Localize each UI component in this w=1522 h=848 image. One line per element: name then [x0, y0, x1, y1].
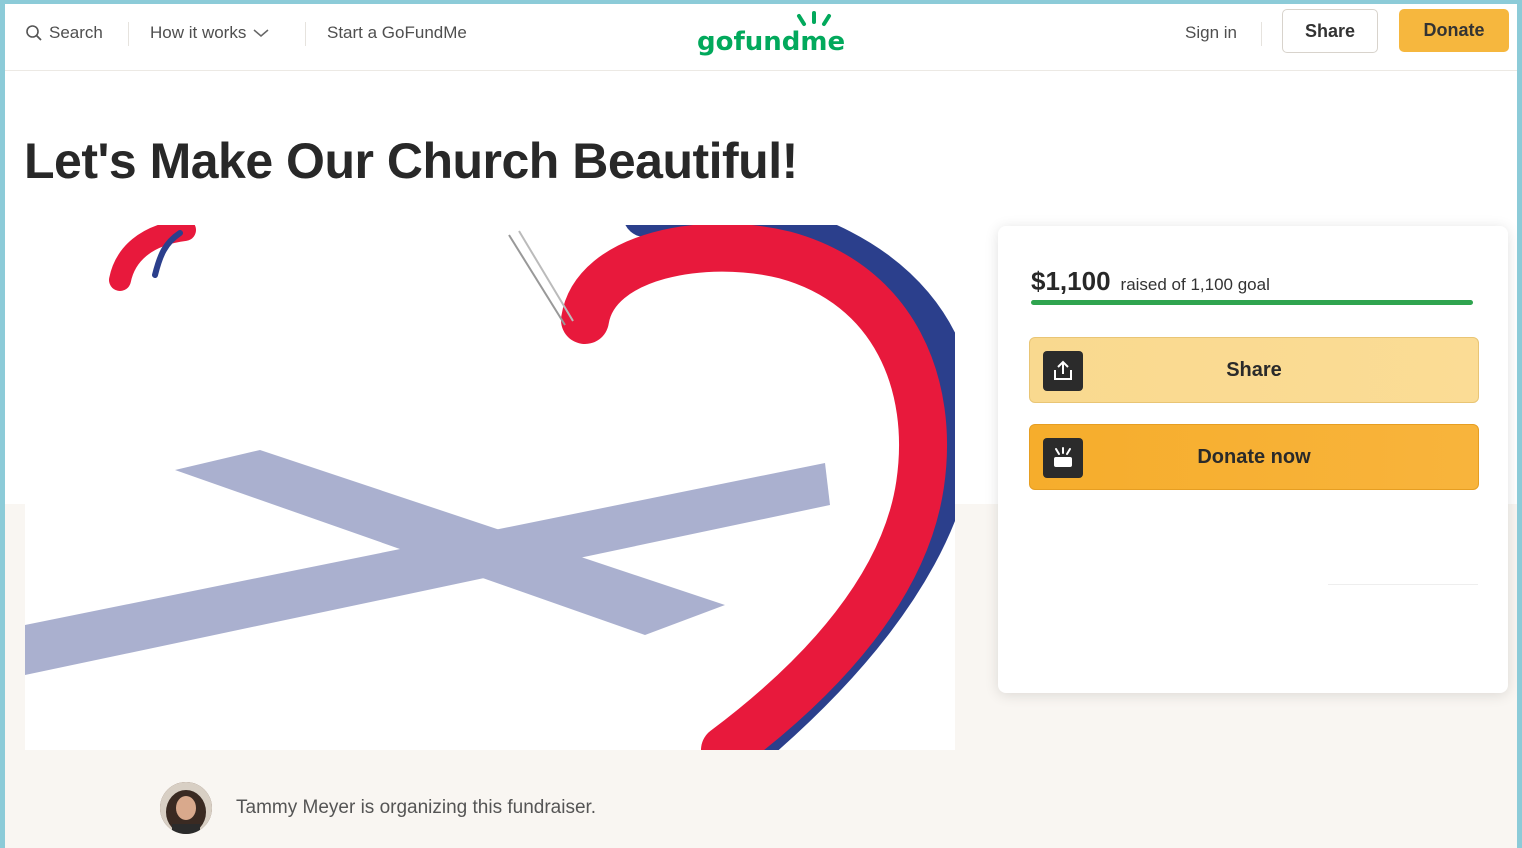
organizer-avatar[interactable] [160, 782, 212, 834]
gofundme-heart-icon [1043, 438, 1083, 478]
header-donate-button[interactable]: Donate [1399, 9, 1509, 52]
organizer-row: Tammy Meyer is organizing this fundraise… [160, 782, 596, 834]
nav-divider [305, 22, 306, 46]
page: Search How it works Start a GoFundMe gof… [5, 4, 1517, 848]
goal-text: raised of 1,100 goal [1120, 275, 1270, 294]
chevron-down-icon [253, 28, 269, 38]
how-it-works-label: How it works [150, 23, 247, 42]
progress-bar [1031, 300, 1473, 305]
share-button-label: Share [1226, 358, 1282, 381]
donate-now-button[interactable]: Donate now [1029, 424, 1479, 490]
search-label: Search [49, 23, 103, 42]
campaign-hero-image[interactable] [25, 225, 955, 750]
sign-in-label: Sign in [1185, 23, 1237, 42]
start-gofundme-link[interactable]: Start a GoFundMe [327, 4, 467, 62]
header-share-label: Share [1304, 20, 1356, 41]
logo-sprout-icon [797, 11, 831, 26]
nav-divider [1261, 22, 1262, 46]
share-button[interactable]: Share [1029, 337, 1479, 403]
organizer-text: Tammy Meyer is organizing this fundraise… [236, 797, 597, 818]
top-header: Search How it works Start a GoFundMe gof… [5, 4, 1517, 71]
progress-bar-fill [1031, 300, 1473, 305]
start-gofundme-label: Start a GoFundMe [327, 23, 467, 42]
header-share-button[interactable]: Share [1282, 9, 1378, 53]
campaign-title: Let's Make Our Church Beautiful! [24, 133, 798, 189]
donation-card: $1,100 raised of 1,100 goal Share Donate… [998, 226, 1508, 693]
donate-now-label: Donate now [1197, 445, 1311, 468]
card-divider [1328, 584, 1478, 585]
how-it-works-menu[interactable]: How it works [150, 4, 269, 62]
amount-raised: $1,100 [1031, 266, 1111, 296]
search-icon [25, 24, 43, 42]
sign-in-link[interactable]: Sign in [1185, 4, 1237, 62]
header-donate-label: Donate [1423, 20, 1485, 40]
share-icon [1043, 351, 1083, 391]
gofundme-logo[interactable]: gofundme [695, 10, 845, 60]
svg-text:gofundme: gofundme [697, 27, 845, 57]
amount-raised-row: $1,100 raised of 1,100 goal [1031, 266, 1270, 297]
nav-divider [128, 22, 129, 46]
cross-heart-illustration [25, 225, 955, 750]
search-link[interactable]: Search [25, 4, 103, 62]
